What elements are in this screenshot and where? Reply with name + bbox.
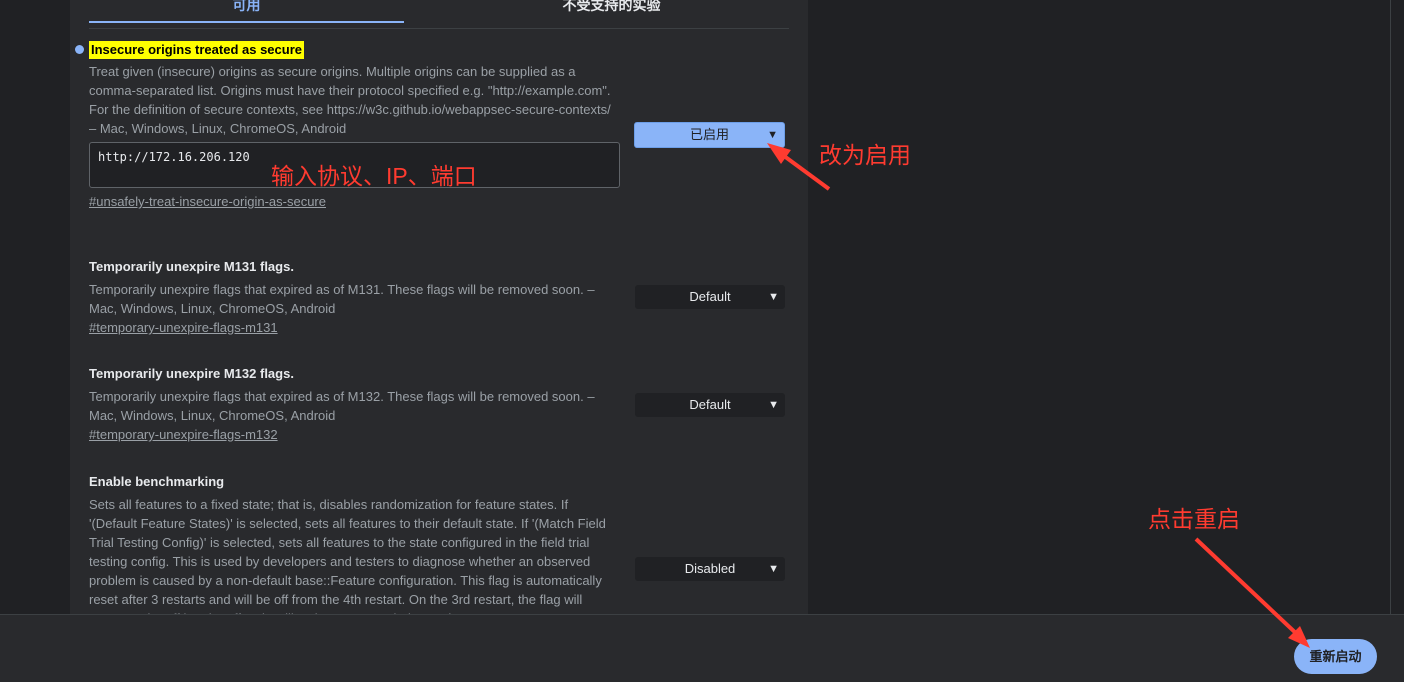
select-value: Default [689,397,731,412]
left-gutter [0,0,70,614]
flag-select-enabled[interactable]: 已启用 ▼ [634,122,785,148]
chevron-down-icon: ▼ [768,291,779,303]
flag-select-m132[interactable]: Default ▼ [635,393,785,417]
flag-link[interactable]: #temporary-unexpire-flags-m132 [89,427,278,442]
select-value: 已启用 [689,127,729,142]
annotation-restart: 点击重启 [1148,506,1240,532]
modified-dot-icon [75,45,84,54]
tab-bar: 可用 不受支持的实验 [89,0,789,29]
flag-description: Temporarily unexpire flags that expired … [89,389,595,423]
flag-title: Temporarily unexpire M131 flags. [89,259,294,274]
flag-title: Temporarily unexpire M132 flags. [89,366,294,381]
chevron-down-icon: ▼ [768,399,779,411]
flag-select-benchmarking[interactable]: Disabled ▼ [635,557,785,581]
flags-panel: 可用 不受支持的实验 Insecure origins treated as s… [70,0,808,614]
scrollbar[interactable] [1390,0,1404,614]
flag-description: Treat given (insecure) origins as secure… [89,64,611,136]
flag-link[interactable]: #temporary-unexpire-flags-m131 [89,320,278,335]
flag-link[interactable]: #unsafely-treat-insecure-origin-as-secur… [89,194,326,209]
restart-button[interactable]: 重新启动 [1294,639,1377,674]
annotation-enable: 改为启用 [819,142,911,168]
flag-enable-benchmarking: Enable benchmarking Sets all features to… [89,473,789,614]
footer-bar [0,614,1404,682]
chevron-down-icon: ▼ [767,129,778,141]
flag-title: Insecure origins treated as secure [89,41,304,59]
chevron-down-icon: ▼ [768,563,779,575]
tab-unavailable[interactable]: 不受支持的实验 [454,0,769,21]
select-value: Default [689,289,731,304]
tab-available[interactable]: 可用 [89,0,404,23]
flag-description: Temporarily unexpire flags that expired … [89,282,595,316]
flag-description: Sets all features to a fixed state; that… [89,497,606,614]
select-value: Disabled [684,561,736,576]
flag-select-m131[interactable]: Default ▼ [635,285,785,309]
annotation-input: 输入协议、IP、端口 [271,163,477,189]
right-blank-area [808,0,1390,614]
flag-title: Enable benchmarking [89,474,225,489]
